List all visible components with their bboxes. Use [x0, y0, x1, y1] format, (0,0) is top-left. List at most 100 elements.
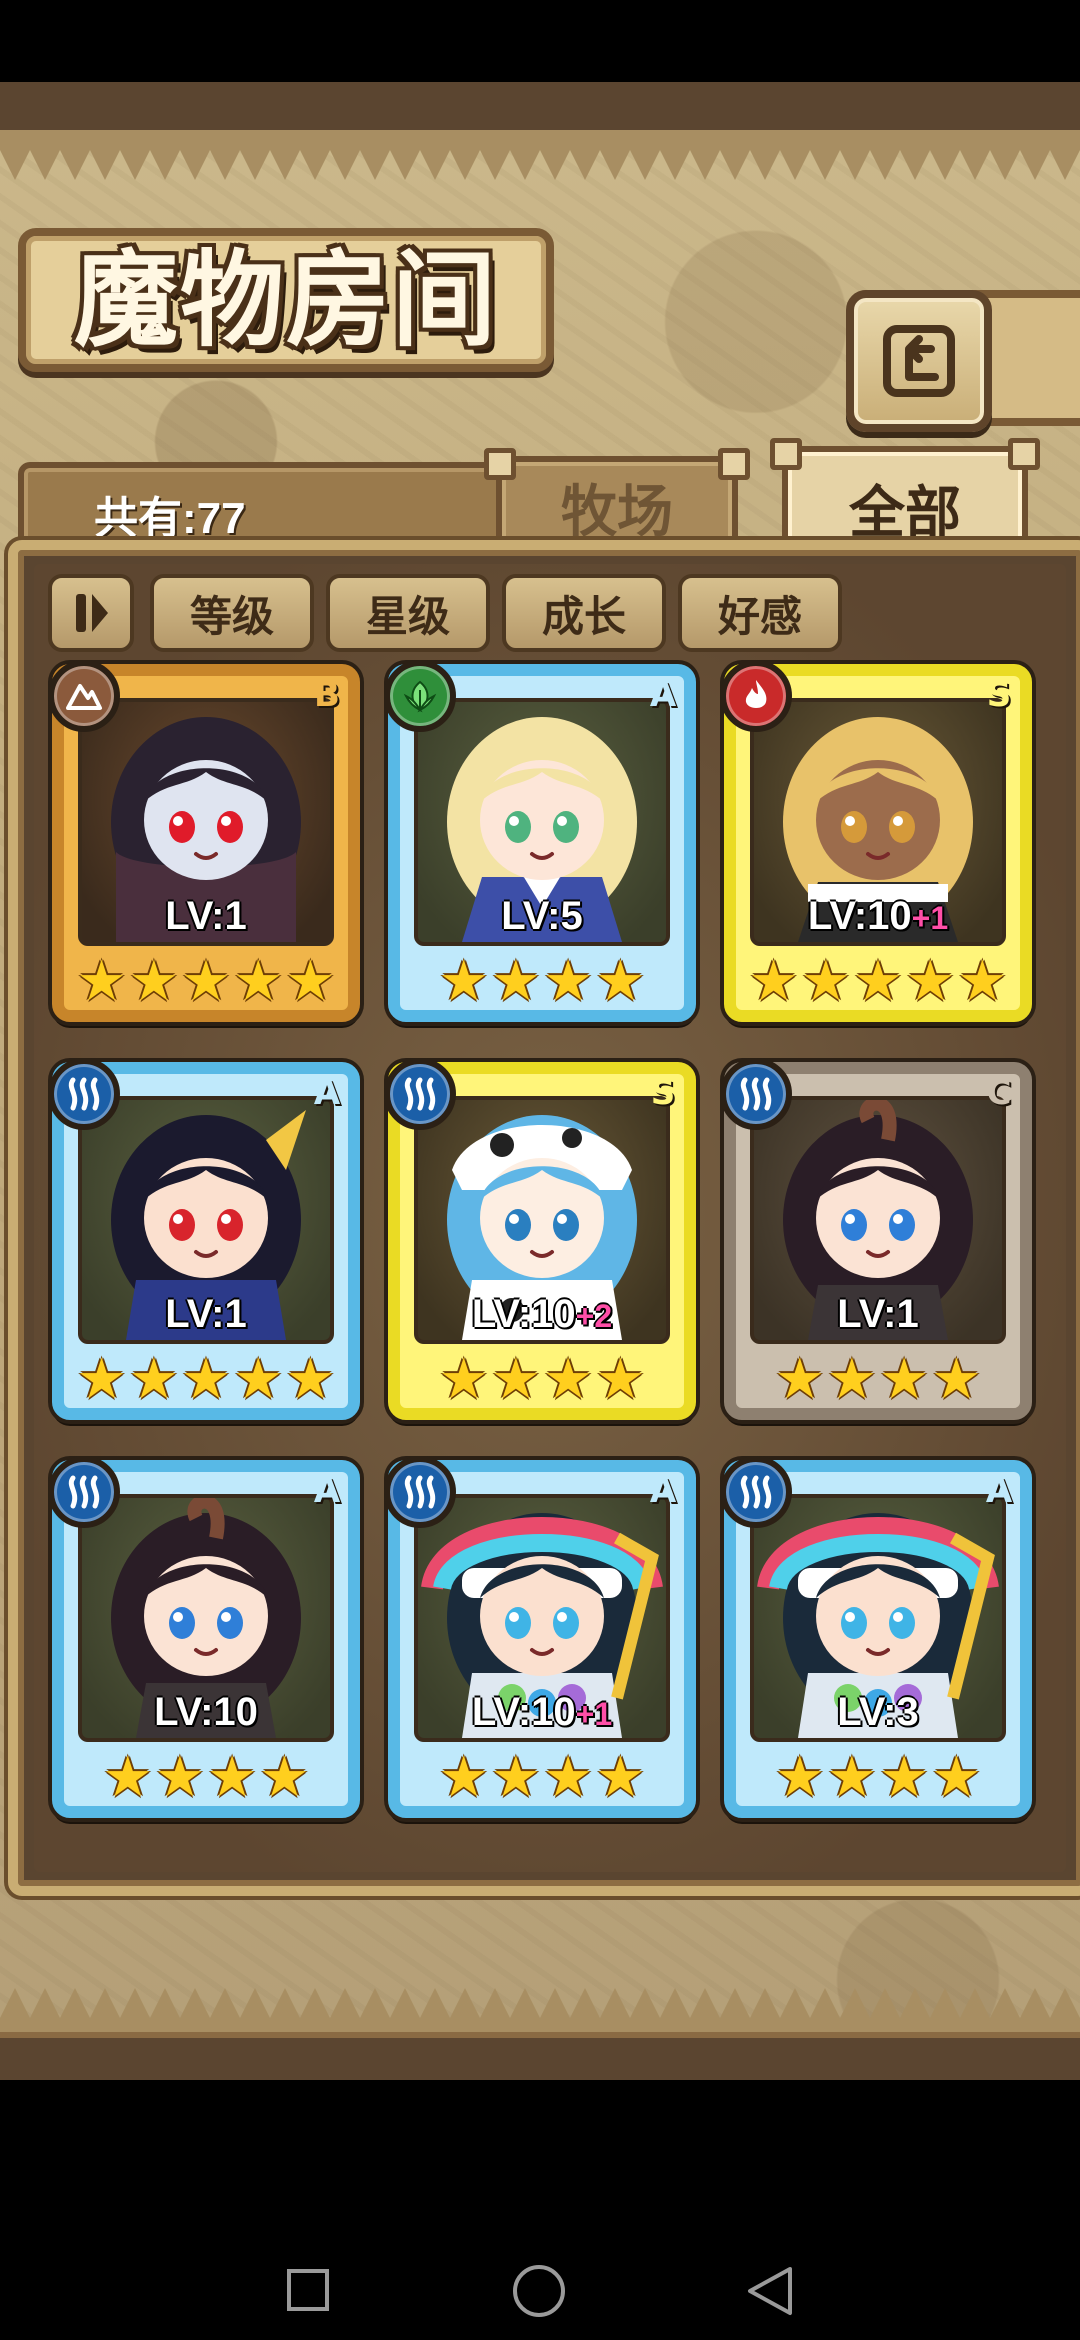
star-icon: ★: [259, 1745, 310, 1810]
star-rating: ★ ★ ★ ★ ★: [736, 952, 1020, 1012]
recent-apps-icon[interactable]: [286, 2268, 330, 2312]
star-icon: ★: [490, 1745, 541, 1810]
bottom-border: [0, 2032, 1080, 2080]
star-rating: ★ ★ ★ ★: [736, 1350, 1020, 1410]
star-rating: ★ ★ ★ ★: [64, 1748, 348, 1808]
monster-level: LV:1: [736, 1292, 1020, 1337]
level-value: LV:3: [837, 1690, 919, 1734]
return-arrow-icon: [883, 325, 955, 397]
monster-level: LV:10+1: [400, 1690, 684, 1735]
monster-card[interactable]: A LV:10 ★ ★ ★ ★: [48, 1456, 360, 1818]
level-value: LV:5: [501, 894, 583, 938]
level-bonus: +1: [575, 1696, 613, 1732]
leaf-icon: [384, 660, 456, 732]
star-icon: ★: [957, 949, 1008, 1014]
star-icon: ★: [438, 1745, 489, 1810]
star-icon: ★: [826, 1745, 877, 1810]
filter-affection-button[interactable]: 好感: [678, 574, 842, 652]
star-icon: ★: [490, 1347, 541, 1412]
monster-card[interactable]: A LV:10+1 ★ ★ ★ ★: [384, 1456, 696, 1818]
monster-level: LV:1: [64, 1292, 348, 1337]
star-icon: ★: [595, 1745, 646, 1810]
star-icon: ★: [543, 949, 594, 1014]
monster-card[interactable]: A LV:1 ★ ★ ★ ★ ★: [48, 1058, 360, 1420]
star-icon: ★: [543, 1745, 594, 1810]
water-icon: [720, 1058, 792, 1130]
level-value: LV:1: [165, 1292, 247, 1336]
top-border: [0, 82, 1080, 136]
tab-ranch[interactable]: 牧场: [484, 448, 750, 552]
star-icon: ★: [438, 949, 489, 1014]
level-value: LV:10: [471, 1690, 576, 1734]
rank-badge: C: [986, 1073, 1012, 1113]
star-icon: ★: [180, 1347, 232, 1412]
star-rating: ★ ★ ★ ★: [400, 1748, 684, 1808]
star-icon: ★: [233, 949, 284, 1014]
star-icon: ★: [931, 1347, 982, 1412]
star-icon: ★: [154, 1745, 205, 1810]
star-rating: ★ ★ ★ ★ ★: [64, 1350, 348, 1410]
star-rating: ★ ★ ★ ★: [400, 1350, 684, 1410]
star-icon: ★: [595, 1347, 646, 1412]
monster-level: LV:3: [736, 1690, 1020, 1735]
rank-badge: S: [650, 1073, 676, 1113]
pause-icon: [76, 594, 108, 632]
home-icon[interactable]: [512, 2264, 566, 2318]
monster-card[interactable]: A LV:5 ★ ★ ★ ★: [384, 660, 696, 1022]
monster-card[interactable]: B LV:1 ★ ★ ★ ★ ★: [48, 660, 360, 1022]
star-icon: ★: [128, 1347, 179, 1412]
rank-badge: A: [985, 1471, 1013, 1511]
star-icon: ★: [748, 949, 799, 1014]
level-bonus: +1: [911, 900, 949, 936]
monster-card[interactable]: S LV:10+1 ★ ★ ★ ★ ★: [720, 660, 1032, 1022]
level-value: LV:10: [471, 1292, 576, 1336]
bottom-zigzag-border: [0, 1988, 1080, 2038]
star-icon: ★: [879, 1347, 930, 1412]
star-icon: ★: [285, 949, 336, 1014]
title-banner: 魔物房间: [18, 228, 554, 372]
star-rating: ★ ★ ★ ★ ★: [64, 952, 348, 1012]
rank-badge: S: [986, 675, 1012, 715]
level-value: LV:1: [837, 1292, 919, 1336]
star-icon: ★: [905, 949, 956, 1014]
water-icon: [48, 1058, 120, 1130]
filter-star-button[interactable]: 星级: [326, 574, 490, 652]
water-icon: [384, 1456, 456, 1528]
monster-card[interactable]: A LV:3 ★ ★ ★ ★: [720, 1456, 1032, 1818]
level-value: LV:10: [154, 1690, 258, 1734]
page-title: 魔物房间: [73, 237, 498, 361]
monster-level: LV:10+1: [736, 894, 1020, 939]
rank-badge: A: [313, 1073, 341, 1113]
star-icon: ★: [128, 949, 179, 1014]
system-nav-bar: [0, 2080, 1080, 2340]
back-nav-icon[interactable]: [746, 2266, 794, 2316]
star-rating: ★ ★ ★ ★: [400, 952, 684, 1012]
sort-toggle-button[interactable]: [48, 574, 134, 652]
star-icon: ★: [207, 1745, 258, 1810]
star-icon: ★: [774, 1745, 825, 1810]
star-icon: ★: [490, 949, 541, 1014]
star-icon: ★: [931, 1745, 982, 1810]
rank-badge: A: [313, 1471, 341, 1511]
star-icon: ★: [800, 949, 851, 1014]
star-icon: ★: [774, 1347, 825, 1412]
monster-level: LV:10+2: [400, 1292, 684, 1337]
rank-badge: B: [314, 675, 340, 715]
star-icon: ★: [180, 949, 232, 1014]
monster-card[interactable]: S LV:10+2 ★ ★ ★ ★: [384, 1058, 696, 1420]
filter-level-button[interactable]: 等级: [150, 574, 314, 652]
top-zigzag-border: [0, 130, 1080, 180]
monster-level: LV:10: [64, 1690, 348, 1735]
monster-card[interactable]: C LV:1 ★ ★ ★ ★: [720, 1058, 1032, 1420]
rank-badge: A: [649, 1471, 677, 1511]
star-icon: ★: [438, 1347, 489, 1412]
fire-icon: [720, 660, 792, 732]
level-value: LV:1: [165, 894, 247, 938]
star-icon: ★: [595, 949, 646, 1014]
status-bar: [0, 0, 1080, 82]
star-icon: ★: [76, 1347, 127, 1412]
star-icon: ★: [102, 1745, 153, 1810]
filter-growth-button[interactable]: 成长: [502, 574, 666, 652]
back-button[interactable]: [846, 290, 992, 432]
monster-count: 共有:77: [94, 494, 246, 543]
